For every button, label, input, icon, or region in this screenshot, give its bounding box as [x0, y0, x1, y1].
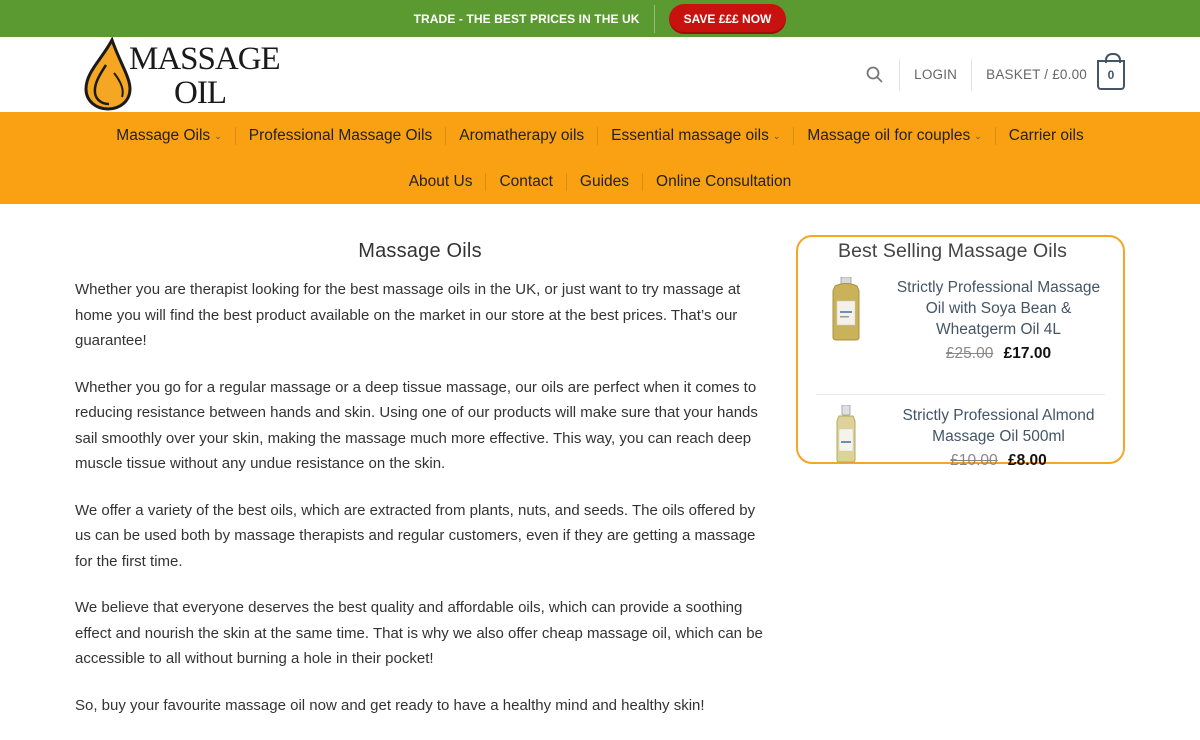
nav-item-label: Carrier oils: [1008, 126, 1084, 144]
best-sellers-widget: Best Selling Massage Oils Strictly Profe…: [796, 235, 1125, 469]
product-info: Strictly Professional Almond Massage Oil…: [876, 405, 1105, 470]
basket-link[interactable]: BASKET / £0.00: [986, 67, 1087, 82]
nav-item-aromatherapy-oils[interactable]: Aromatherapy oils: [446, 127, 597, 145]
product-name-link[interactable]: Strictly Professional Massage Oil with S…: [892, 277, 1105, 340]
chevron-down-icon: ⌄: [214, 130, 222, 141]
nav-item-guides[interactable]: Guides: [567, 173, 642, 191]
nav-item-label: Essential massage oils: [611, 126, 769, 144]
product-image[interactable]: [816, 405, 876, 463]
nav-item-about-us[interactable]: About Us: [396, 173, 486, 191]
save-now-button[interactable]: SAVE £££ NOW: [668, 3, 787, 34]
nav-item-label: Aromatherapy oils: [459, 126, 585, 144]
nav-item-label: Professional Massage Oils: [248, 126, 433, 144]
header-divider: [971, 58, 973, 91]
oil-bottle-500ml-icon: [836, 405, 856, 463]
chevron-down-icon: ⌄: [974, 130, 982, 141]
promo-text: TRADE - THE BEST PRICES IN THE UK: [413, 11, 640, 26]
nav-item-professional-massage-oils[interactable]: Professional Massage Oils: [236, 127, 446, 145]
content-paragraph: We believe that everyone deserves the be…: [75, 599, 763, 667]
content-paragraph: Whether you are therapist looking for th…: [75, 281, 741, 349]
nav-item-carrier-oils[interactable]: Carrier oils: [996, 127, 1097, 145]
promo-divider: [653, 4, 655, 33]
main-content: Massage Oils Whether you are therapist l…: [75, 234, 765, 739]
product-name-link[interactable]: Strictly Professional Almond Massage Oil…: [892, 405, 1105, 447]
login-link[interactable]: LOGIN: [914, 67, 957, 82]
oil-bottle-4l-icon: [832, 277, 860, 341]
nav-item-label: Online Consultation: [656, 172, 792, 190]
oil-drop-icon: [84, 37, 132, 111]
old-price: £10.00: [950, 452, 998, 469]
site-header: MASSAGE OIL LOGIN BASKET / £0.00 0: [0, 37, 1200, 112]
nav-item-massage-oil-for-couples[interactable]: Massage oil for couples ⌄: [794, 127, 994, 145]
logo-text-massage: MASSAGE: [129, 41, 281, 77]
sale-price: £8.00: [1007, 452, 1047, 469]
promo-bar: TRADE - THE BEST PRICES IN THE UK SAVE £…: [0, 0, 1200, 37]
nav-item-contact[interactable]: Contact: [486, 173, 565, 191]
main-area: Massage Oils Whether you are therapist l…: [0, 204, 1200, 740]
nav-item-online-consultation[interactable]: Online Consultation: [643, 173, 804, 191]
nav-item-essential-massage-oils[interactable]: Essential massage oils ⌄: [598, 127, 793, 145]
nav-row-secondary: About Us Contact Guides Online Consultat…: [0, 162, 1200, 201]
nav-item-label: Guides: [579, 172, 630, 190]
nav-item-label: Massage oil for couples: [807, 126, 971, 144]
header-actions: LOGIN BASKET / £0.00 0: [863, 37, 1125, 112]
content-paragraph: We offer a variety of the best oils, whi…: [75, 501, 756, 570]
page-title: Massage Oils: [358, 240, 482, 262]
content-paragraph: So, buy your favourite massage oil now a…: [75, 696, 705, 714]
cart-count: 0: [1107, 67, 1115, 82]
product-info: Strictly Professional Massage Oil with S…: [876, 277, 1105, 363]
product-item: Strictly Professional Almond Massage Oil…: [816, 395, 1105, 470]
content-paragraph: Whether you go for a regular massage or …: [75, 378, 758, 473]
product-item: Strictly Professional Massage Oil with S…: [816, 263, 1105, 395]
search-icon[interactable]: [863, 64, 885, 86]
nav-item-label: Massage Oils: [116, 126, 211, 144]
nav-item-label: About Us: [408, 172, 473, 190]
nav-row-primary: Massage Oils ⌄ Professional Massage Oils…: [0, 116, 1200, 155]
product-prices: £10.00 £8.00: [892, 452, 1105, 470]
header-divider: [899, 58, 901, 91]
sale-price: £17.00: [1003, 345, 1052, 362]
main-nav: Massage Oils ⌄ Professional Massage Oils…: [0, 112, 1200, 204]
product-prices: £25.00 £17.00: [892, 345, 1105, 363]
chevron-down-icon: ⌄: [772, 130, 781, 141]
cart-icon[interactable]: 0: [1097, 52, 1125, 90]
old-price: £25.00: [945, 345, 994, 362]
nav-item-label: Contact: [499, 172, 553, 190]
product-image[interactable]: [816, 277, 876, 341]
nav-item-massage-oils[interactable]: Massage Oils ⌄: [103, 127, 234, 145]
logo-text-oil: OIL: [174, 75, 227, 111]
site-logo[interactable]: MASSAGE OIL: [82, 37, 281, 112]
widget-title: Best Selling Massage Oils: [838, 240, 1068, 262]
